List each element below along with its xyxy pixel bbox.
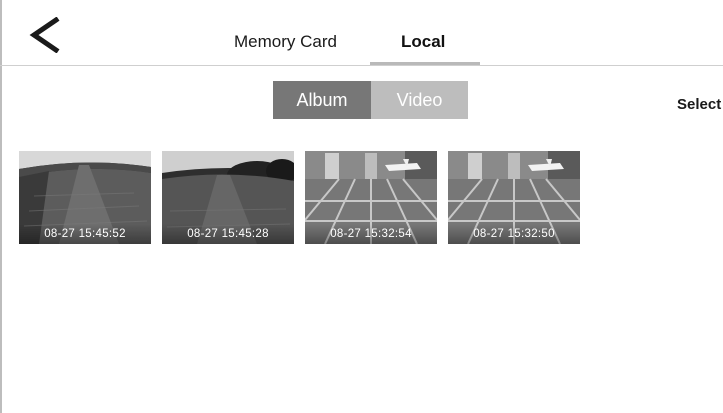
- photo-timestamp: 08-27 15:45:28: [162, 224, 294, 244]
- chevron-left-icon: [29, 17, 60, 53]
- tab-local[interactable]: Local: [401, 32, 445, 52]
- tab-memory-card[interactable]: Memory Card: [234, 32, 337, 52]
- photo-thumbnail[interactable]: 08-27 15:45:52: [19, 151, 151, 244]
- segment-album[interactable]: Album: [273, 81, 371, 119]
- select-button[interactable]: Select: [677, 96, 721, 113]
- photo-thumbnail[interactable]: 08-27 15:32:54: [305, 151, 437, 244]
- photo-timestamp: 08-27 15:32:50: [448, 224, 580, 244]
- segment-video[interactable]: Video: [371, 81, 468, 119]
- photo-thumbnail[interactable]: 08-27 15:32:50: [448, 151, 580, 244]
- active-tab-indicator: [370, 62, 480, 65]
- photo-timestamp: 08-27 15:45:52: [19, 224, 151, 244]
- photo-thumbnail[interactable]: 08-27 15:45:28: [162, 151, 294, 244]
- top-bar: Memory Card Local: [0, 0, 723, 66]
- media-type-segmented-control: Album Video: [273, 81, 468, 119]
- back-button[interactable]: [26, 17, 66, 53]
- photo-timestamp: 08-27 15:32:54: [305, 224, 437, 244]
